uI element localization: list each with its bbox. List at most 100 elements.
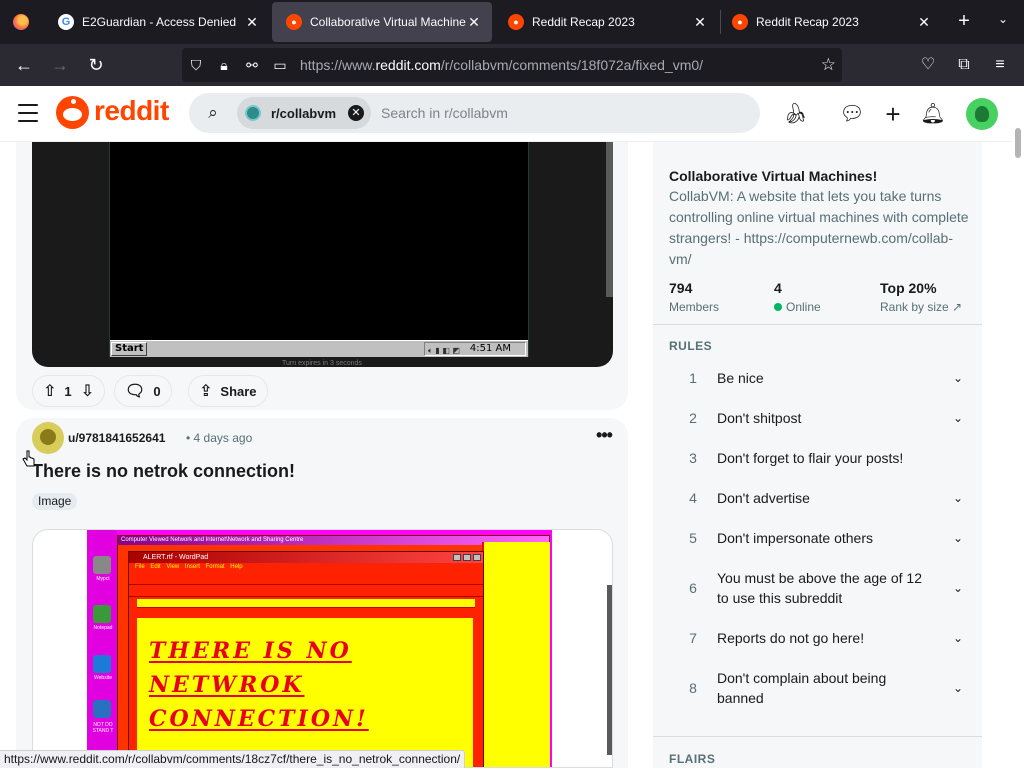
reload-icon[interactable]: ↻: [84, 53, 108, 77]
sidebar-divider: [653, 736, 982, 737]
chevron-down-icon[interactable]: ⌄: [934, 531, 982, 545]
vm-screenshot-image[interactable]: Start 🔈︎ ▮ ◧ ◩ 4:51 AM Turn expires in 3…: [32, 142, 613, 367]
chevron-down-icon[interactable]: ⌄: [934, 681, 982, 695]
banana-app-icon[interactable]: 🍌︎: [783, 101, 809, 127]
chevron-down-icon[interactable]: ⌄: [934, 411, 982, 425]
share-label: Share: [220, 383, 257, 399]
close-tab-icon[interactable]: ✕: [916, 14, 932, 31]
notifications-bell-icon[interactable]: 🔔︎: [920, 101, 946, 127]
wordpad-ruler: [137, 599, 475, 608]
page-scrollbar[interactable]: [1012, 86, 1024, 768]
rule-item[interactable]: 4 Don't advertise ⌄: [669, 488, 982, 508]
online-count: 4: [774, 280, 782, 296]
author-avatar[interactable]: [32, 422, 64, 454]
list-all-tabs-icon[interactable]: ⌄: [992, 12, 1014, 32]
app-menu-icon[interactable]: ≡: [988, 53, 1012, 77]
reddit-wordmark[interactable]: reddit: [94, 95, 169, 127]
chevron-down-icon[interactable]: ⌄: [934, 491, 982, 505]
comments-button[interactable]: 🗨︎ 0: [114, 375, 172, 407]
back-icon[interactable]: ←: [12, 53, 36, 77]
tab-label: E2Guardian - Access Denied: [82, 15, 237, 29]
pocket-icon[interactable]: ♡: [916, 53, 940, 77]
rank-label[interactable]: Rank by size ↗: [880, 300, 962, 314]
close-tab-icon[interactable]: ✕: [244, 14, 260, 31]
share-action: ⇪ Share: [188, 375, 268, 407]
downvote-icon[interactable]: ⇩: [81, 381, 94, 401]
rule-item[interactable]: 5 Don't impersonate others ⌄: [669, 528, 982, 548]
tab-reddit-recap-1[interactable]: ● Reddit Recap 2023 ✕: [494, 2, 718, 42]
close-tab-icon[interactable]: ✕: [466, 14, 482, 31]
permissions-icon[interactable]: ⚯: [238, 57, 266, 74]
post-actions: ⇧ 1 ⇩: [32, 375, 106, 407]
post-image[interactable]: Mypct Notepad Website NOT DO STAND T Com…: [32, 529, 613, 768]
reddit-logo-icon[interactable]: [56, 96, 89, 129]
vote-pill: ⇧ 1 ⇩: [32, 375, 106, 407]
tab-label: Collaborative Virtual Machines!: [310, 15, 466, 29]
forward-icon[interactable]: →: [48, 53, 72, 77]
upvote-icon[interactable]: ⇧: [43, 381, 56, 401]
clear-chip-icon[interactable]: ✕: [348, 105, 365, 121]
rule-item[interactable]: 8 Don't complain about being banned ⌄: [669, 668, 982, 708]
rule-item[interactable]: 2 Don't shitpost ⌄: [669, 408, 982, 428]
rule-item[interactable]: 1 Be nice ⌄: [669, 368, 982, 388]
vote-count: 1: [64, 383, 72, 399]
stat-online: 4 Online: [774, 280, 821, 314]
vm-start-button: Start: [111, 342, 148, 356]
rule-number: 4: [689, 490, 697, 506]
raccoon-desktop-icon: [93, 556, 111, 574]
frog-desktop-icon: [93, 605, 111, 623]
members-label: Members: [669, 300, 720, 314]
chip-label: r/collabvm: [271, 105, 337, 121]
tab-reddit-recap-2[interactable]: ● Reddit Recap 2023 ✕: [718, 2, 942, 42]
bookmark-star-icon[interactable]: ☆: [821, 55, 836, 75]
chat-icon[interactable]: 💬︎: [839, 101, 865, 127]
tray-icons: 🔈︎ ▮ ◧ ◩: [428, 346, 460, 355]
vm-clock: 🔈︎ ▮ ◧ ◩ 4:51 AM: [424, 342, 526, 356]
close-tab-icon[interactable]: ✕: [692, 14, 708, 31]
search-bar[interactable]: ⌕ r/collabvm ✕ Search in r/collabvm: [189, 93, 760, 133]
tracking-shield-icon[interactable]: ⛉: [182, 57, 210, 74]
rule-text: Be nice: [717, 370, 764, 386]
extensions-icon[interactable]: ⧉: [952, 53, 976, 77]
address-bar[interactable]: ⛉ 🔒︎ ⚯ ▭ https://www.reddit.com/r/collab…: [182, 48, 842, 82]
vm-screen: Start 🔈︎ ▮ ◧ ◩ 4:51 AM: [109, 142, 529, 357]
flairs-heading: FLAIRS: [669, 752, 716, 766]
subreddit-search-chip[interactable]: r/collabvm ✕: [237, 97, 372, 129]
message-line: THERE IS NO: [149, 638, 352, 664]
computer-desktop-icon: [93, 700, 111, 718]
rule-number: 6: [689, 580, 697, 596]
stat-rank[interactable]: Top 20% Rank by size ↗: [880, 280, 962, 314]
search-placeholder[interactable]: Search in r/collabvm: [381, 105, 508, 121]
post-author[interactable]: u/9781841652641: [68, 431, 165, 445]
desktop-icon-label: NOT DO STAND T: [92, 722, 114, 734]
firefox-menu-icon[interactable]: [0, 0, 42, 44]
url-text[interactable]: https://www.reddit.com/r/collabvm/commen…: [300, 57, 703, 73]
tab-e2guardian[interactable]: G E2Guardian - Access Denied ✕: [44, 2, 270, 42]
rule-item[interactable]: 6 You must be above the age of 12 to use…: [669, 568, 982, 608]
post-title[interactable]: There is no netrok connection!: [32, 461, 295, 482]
post-age: • 4 days ago: [186, 431, 253, 445]
scrollbar-thumb[interactable]: [1015, 128, 1021, 158]
rule-number: 5: [689, 530, 697, 546]
rule-text: Don't shitpost: [717, 410, 802, 426]
user-avatar[interactable]: [966, 98, 998, 130]
desktop-icon-label: Mypct: [96, 576, 110, 582]
screen-share-blocked-icon[interactable]: ▭: [266, 57, 294, 74]
lock-icon[interactable]: 🔒︎: [210, 57, 238, 74]
new-tab-icon[interactable]: +: [952, 10, 976, 34]
tab-collabvm[interactable]: ● Collaborative Virtual Machines! ✕: [272, 2, 492, 42]
wordpad-toolbar: [129, 572, 483, 585]
rule-text: Don't impersonate others: [717, 530, 873, 546]
post-flair[interactable]: Image: [32, 493, 78, 510]
rule-item[interactable]: 7 Reports do not go here! ⌄: [669, 628, 982, 648]
chevron-down-icon[interactable]: ⌄: [934, 371, 982, 385]
hamburger-menu-icon[interactable]: [18, 104, 38, 122]
chevron-down-icon[interactable]: ⌄: [934, 631, 982, 645]
rules-heading: RULES: [669, 339, 713, 353]
create-post-icon[interactable]: +: [880, 101, 906, 127]
chevron-down-icon[interactable]: ⌄: [934, 581, 982, 595]
rank-value: Top 20%: [880, 280, 937, 296]
rule-text: Don't forget to flair your posts!: [717, 450, 904, 466]
more-options-icon[interactable]: •••: [594, 425, 614, 449]
share-button[interactable]: ⇪ Share: [188, 375, 268, 407]
